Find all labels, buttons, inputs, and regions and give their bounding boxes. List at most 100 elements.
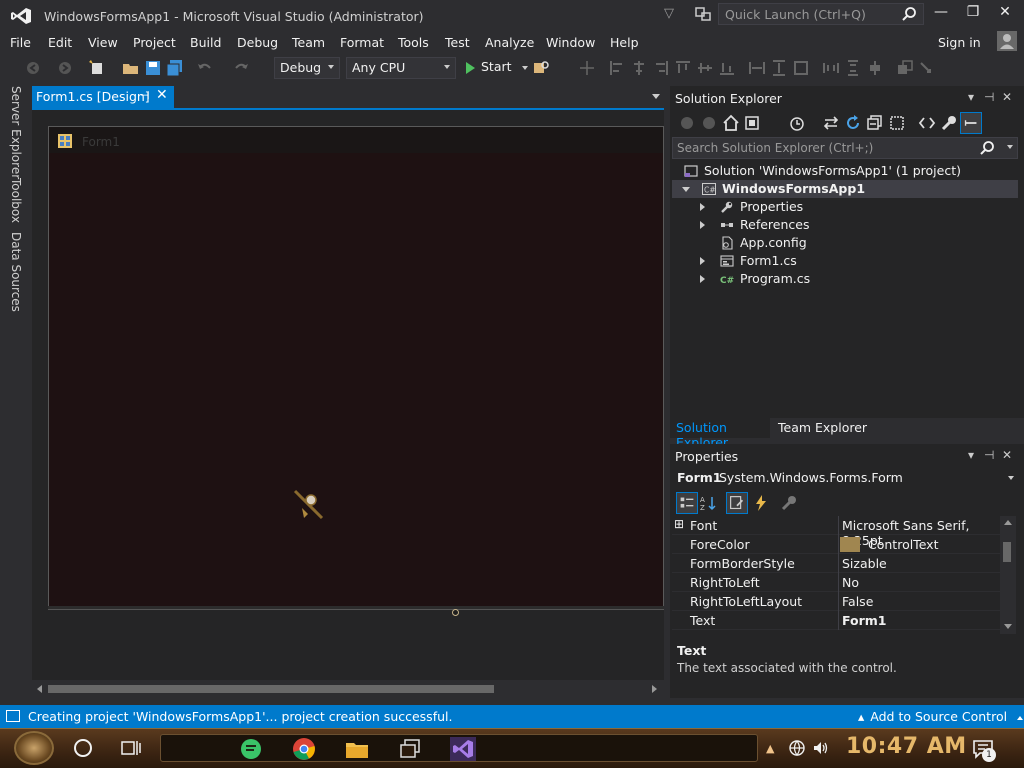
forward-icon[interactable] [700,114,718,132]
align-tops-icon[interactable] [674,59,692,77]
menu-edit[interactable]: Edit [48,35,72,50]
expand-arrow-icon[interactable] [700,203,705,211]
property-value[interactable]: Sizable [842,556,887,571]
refresh-icon[interactable] [844,114,862,132]
chevron-down-icon[interactable]: ▾ [968,90,974,104]
property-value[interactable]: No [842,575,859,590]
file-explorer-icon[interactable] [344,737,370,761]
add-to-source-control-button[interactable]: ▴ Add to Source Control [858,709,1024,724]
solution-configuration-select[interactable]: Debug [274,57,340,79]
menu-build[interactable]: Build [190,35,221,50]
resize-handle[interactable] [452,609,459,616]
chevron-down-icon[interactable] [1008,476,1014,480]
chrome-icon[interactable] [291,737,317,761]
property-row-righttoleft[interactable]: RightToLeft No [672,573,1000,592]
server-explorer-tab[interactable]: Server Explorer [9,86,23,179]
menu-help[interactable]: Help [610,35,639,50]
minimize-button[interactable]: — [926,4,956,24]
visual-studio-taskbar-icon[interactable] [450,737,476,761]
windows-explorer-stack-icon[interactable] [397,737,423,761]
solution-explorer-search-input[interactable]: Search Solution Explorer (Ctrl+;) [672,137,1018,159]
form-caption-bar[interactable] [49,127,663,153]
close-icon[interactable]: ✕ [156,87,168,103]
menu-test[interactable]: Test [445,35,470,50]
expand-arrow-icon[interactable] [700,221,705,229]
pin-icon[interactable]: ⊣ [140,89,150,102]
preview-selected-items-icon[interactable] [960,112,982,134]
property-row-righttoleftlayout[interactable]: RightToLeftLayout False [672,592,1000,611]
menu-format[interactable]: Format [340,35,384,50]
make-same-height-icon[interactable] [770,59,788,77]
solution-platform-select[interactable]: Any CPU [346,57,456,79]
back-icon[interactable] [678,114,696,132]
scroll-left-icon[interactable] [37,685,42,693]
collapse-all-icon[interactable] [866,114,884,132]
scroll-down-icon[interactable] [1004,624,1012,629]
tree-item-references[interactable]: References [672,216,1018,234]
align-middles-icon[interactable] [696,59,714,77]
property-value[interactable]: Form1 [842,613,887,628]
cortana-search-icon[interactable] [74,739,92,757]
menu-window[interactable]: Window [546,35,595,50]
quick-launch-input[interactable]: Quick Launch (Ctrl+Q) [718,3,924,25]
redo-icon[interactable] [232,59,250,77]
open-file-icon[interactable] [122,59,140,77]
property-value[interactable]: ControlText [868,537,938,552]
tree-item-app-config[interactable]: App.config [672,234,1018,252]
new-project-icon[interactable] [88,59,106,77]
sign-in-link[interactable]: Sign in [938,35,981,50]
chevron-down-icon[interactable] [652,94,660,99]
property-row-text[interactable]: Text Form1 [672,611,1000,630]
categorized-icon[interactable] [676,492,698,514]
properties-view-icon[interactable] [726,492,748,514]
collapse-arrow-icon[interactable] [682,187,690,192]
menu-team[interactable]: Team [292,35,325,50]
menu-analyze[interactable]: Analyze [485,35,534,50]
expand-plus-icon[interactable]: ⊞ [674,517,684,531]
scrollbar-thumb[interactable] [48,685,494,693]
properties-wrench-icon[interactable] [940,114,958,132]
property-pages-wrench-icon[interactable] [780,494,798,512]
start-button[interactable] [14,731,54,765]
events-lightning-icon[interactable] [752,494,770,512]
search-icon[interactable] [979,140,995,156]
expand-arrow-icon[interactable] [700,257,705,265]
navigate-back-icon[interactable] [24,59,42,77]
pending-changes-filter-icon[interactable] [788,114,806,132]
close-icon[interactable]: ✕ [1002,90,1012,104]
network-globe-icon[interactable] [788,739,806,757]
pin-icon[interactable]: ⊣ [984,448,994,462]
search-icon[interactable] [901,6,917,22]
property-grid-scrollbar[interactable] [1000,516,1016,634]
property-row-forecolor[interactable]: ForeColor ControlText [672,535,1000,554]
form-client-area[interactable] [53,153,661,605]
properties-object-selector[interactable]: Form1 System.Windows.Forms.Form [674,468,1020,488]
close-window-button[interactable]: ✕ [990,4,1020,24]
switch-views-icon[interactable] [744,114,762,132]
show-all-files-icon[interactable] [888,114,906,132]
vertical-spacing-icon[interactable] [844,59,862,77]
tab-solution-explorer[interactable]: Solution Explorer [670,418,770,450]
expand-arrow-icon[interactable] [700,275,705,283]
chevron-down-icon[interactable] [1007,145,1013,149]
bring-to-front-icon[interactable] [896,59,914,77]
center-horizontally-icon[interactable] [866,59,884,77]
volume-icon[interactable] [812,739,830,757]
scroll-up-icon[interactable] [1004,520,1012,525]
make-same-size-icon[interactable] [792,59,810,77]
view-code-icon[interactable] [918,114,936,132]
tab-form1-design[interactable]: Form1.cs [Design] ⊣ ✕ [32,86,174,108]
tree-item-properties[interactable]: Properties [672,198,1018,216]
align-rights-icon[interactable] [652,59,670,77]
task-view-icon[interactable] [121,740,141,756]
align-centers-icon[interactable] [630,59,648,77]
horizontal-spacing-icon[interactable] [822,59,840,77]
align-lefts-icon[interactable] [608,59,626,77]
home-icon[interactable] [722,114,740,132]
show-hidden-icons-icon[interactable]: ▲ [766,742,774,755]
property-row-formborderstyle[interactable]: FormBorderStyle Sizable [672,554,1000,573]
find-in-files-icon[interactable] [532,59,550,77]
notification-filter-icon[interactable]: ▽ [664,6,680,22]
maximize-button[interactable]: ❐ [958,4,988,24]
menu-tools[interactable]: Tools [398,35,429,50]
